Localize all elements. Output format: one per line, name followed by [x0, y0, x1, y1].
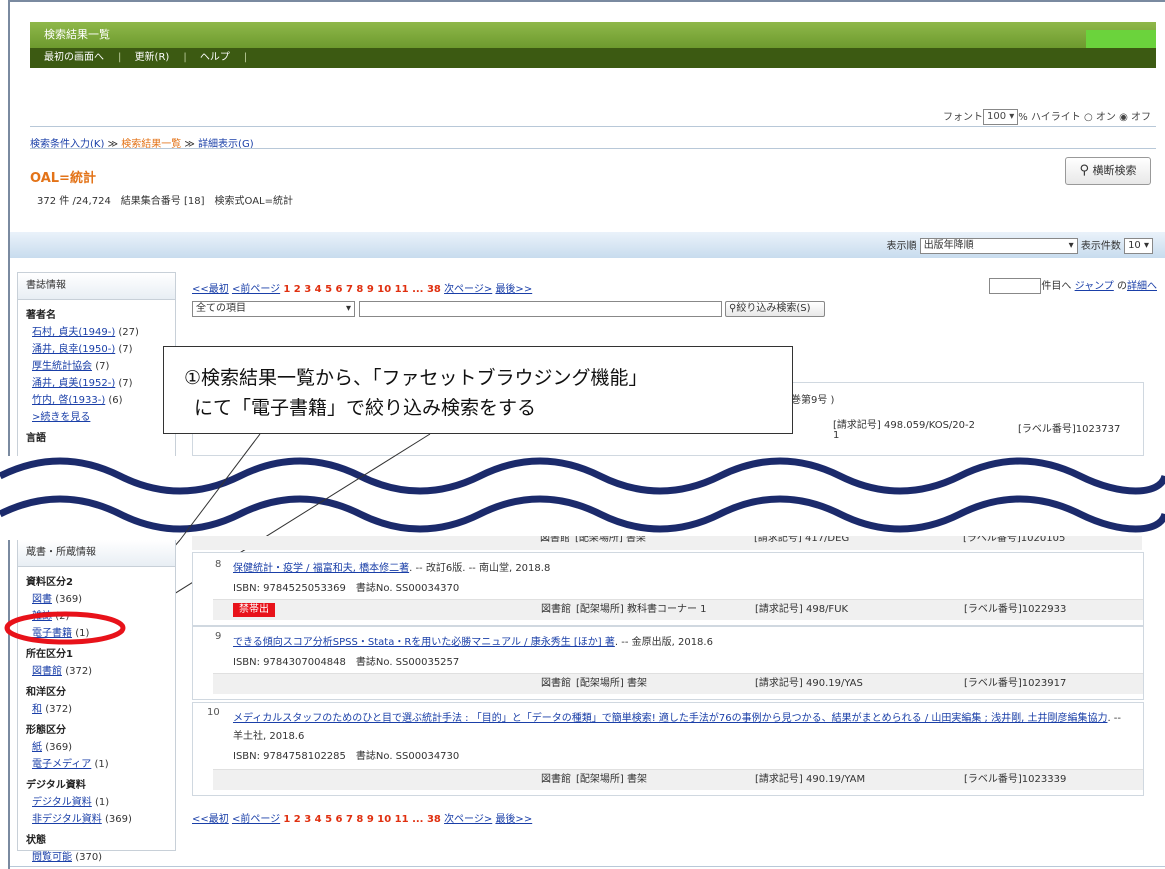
facet-item[interactable]: 電子メディア (1) [32, 755, 175, 770]
holding-row-partial: 図書館 [配架場所] 書架 [請求記号] 417/DEG [ラベル番号]1020… [192, 536, 1142, 550]
result-title-link[interactable]: 保健統計・疫学 / 福富和夫, 橋本修二著 [233, 563, 409, 574]
facet-head-holdings: 蔵書・所蔵情報 [18, 540, 175, 567]
facet-item[interactable]: 紙 (369) [32, 738, 175, 753]
facet-section: 和洋区分 [26, 687, 66, 698]
pager-prev[interactable]: <前ページ [232, 814, 280, 825]
highlight-ellipse [4, 611, 126, 645]
pager-last[interactable]: 最後>> [495, 814, 532, 825]
facet-sidebar-holdings: 蔵書・所蔵情報 資料区分2 図書 (369) 雑誌 (2) 電子書籍 (1) 所… [17, 540, 176, 863]
facet-item[interactable]: 図書 (369) [32, 590, 175, 605]
result-item: 8 保健統計・疫学 / 福富和夫, 橋本修二著. -- 改訂6版. -- 南山堂… [192, 552, 1144, 626]
pager-first[interactable]: <<最初 [192, 814, 229, 825]
pager-pages[interactable]: 1 2 3 4 5 6 7 8 9 10 11 ... 38 [283, 814, 441, 825]
result-title-link[interactable]: できる傾向スコア分析SPSS・Stata・Rを用いた必勝マニュアル / 康永秀生… [233, 637, 615, 648]
facet-section: 形態区分 [26, 725, 66, 736]
facet-item[interactable]: 図書館 (372) [32, 662, 175, 677]
result-item: 10 メディカルスタッフのためのひと目で選ぶ統計手法 : 「目的」と「データの種… [192, 702, 1144, 796]
facet-item[interactable]: 非デジタル資料 (369) [32, 810, 175, 825]
facet-section: 資料区分2 [26, 577, 73, 588]
callout-line-2: にて「電子書籍」で絞り込み検索をする [194, 397, 537, 419]
pager-next[interactable]: 次ページ> [444, 814, 492, 825]
facet-item[interactable]: 閲覧可能 (370) [32, 848, 175, 863]
facet-item[interactable]: 和 (372) [32, 700, 175, 715]
result-title-link[interactable]: メディカルスタッフのためのひと目で選ぶ統計手法 : 「目的」と「データの種類」で… [233, 713, 1107, 724]
facet-section: デジタル資料 [26, 780, 86, 791]
not-for-loan-badge: 禁帯出 [233, 603, 275, 617]
facet-item[interactable]: デジタル資料 (1) [32, 793, 175, 808]
holding-row: 禁帯出 図書館 [配架場所] 教科書コーナー 1 [請求記号] 498/FUK … [213, 599, 1143, 620]
pager-bottom: <<最初 <前ページ 1 2 3 4 5 6 7 8 9 10 11 ... 3… [192, 810, 532, 825]
instruction-callout: ①検索結果一覧から、「ファセットブラウジング機能」 にて「電子書籍」で絞り込み検… [163, 346, 793, 434]
callout-line-1: ①検索結果一覧から、「ファセットブラウジング機能」 [184, 367, 648, 389]
holding-row: 図書館 [配架場所] 書架 [請求記号] 490.19/YAM [ラベル番号]1… [213, 769, 1143, 790]
bottom-divider [10, 866, 1165, 867]
holding-row: 図書館 [配架場所] 書架 [請求記号] 490.19/YAS [ラベル番号]1… [213, 673, 1143, 694]
facet-section: 状態 [26, 835, 46, 846]
result-item: 9 できる傾向スコア分析SPSS・Stata・Rを用いた必勝マニュアル / 康永… [192, 626, 1144, 700]
